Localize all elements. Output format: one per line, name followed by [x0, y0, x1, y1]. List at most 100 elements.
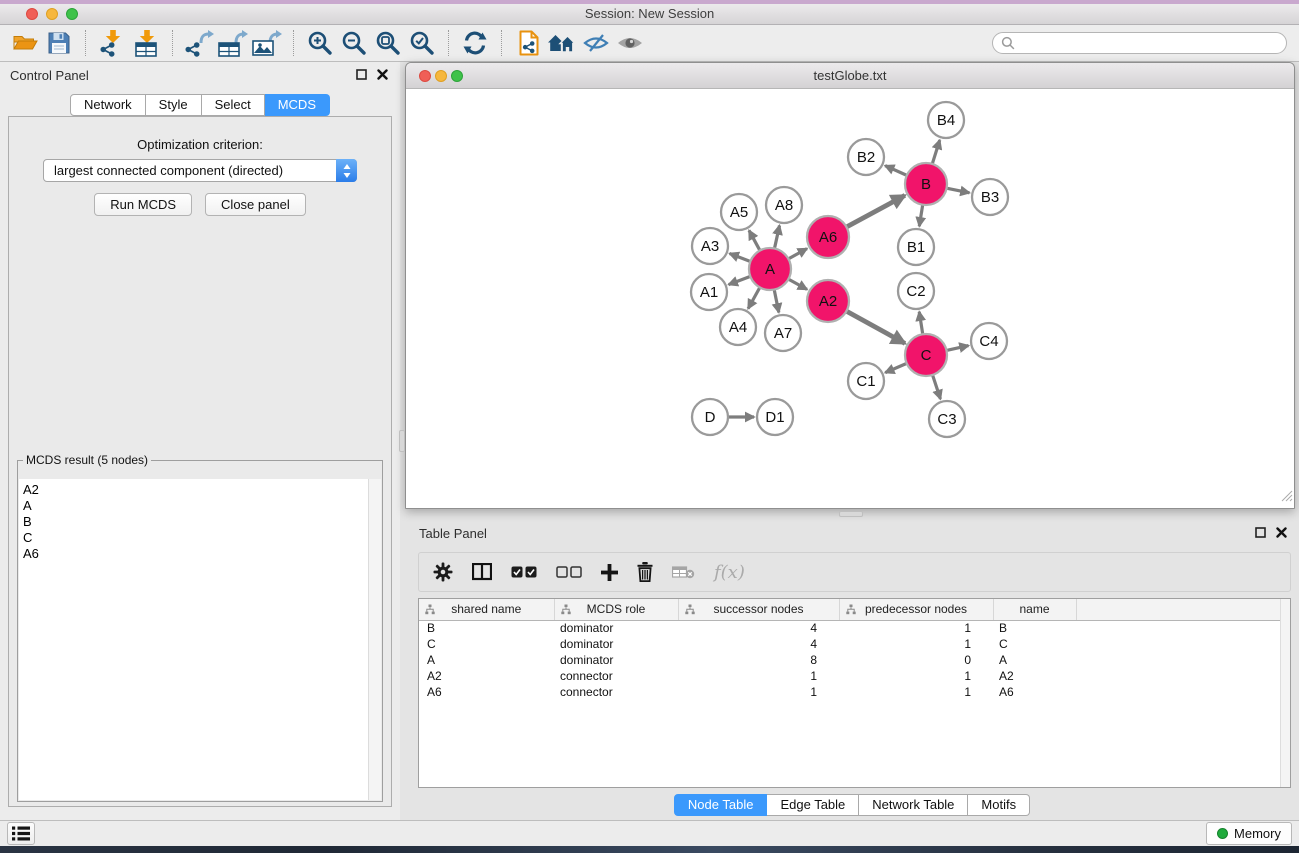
tab-edge-table[interactable]: Edge Table: [767, 794, 859, 816]
mcds-result-item[interactable]: A2: [23, 482, 381, 498]
close-mcds-panel-button[interactable]: Close panel: [205, 193, 306, 216]
network-minimize-button[interactable]: [435, 70, 447, 82]
tab-style[interactable]: Style: [146, 94, 202, 116]
float-panel-button[interactable]: [356, 69, 367, 80]
import-network-button[interactable]: [95, 27, 129, 59]
column-header-predecessor-nodes[interactable]: predecessor nodes: [839, 599, 993, 620]
graph-edge-C-C3[interactable]: [933, 375, 941, 399]
search-input[interactable]: [1020, 36, 1278, 50]
clone-network-button[interactable]: [511, 27, 545, 59]
graph-edge-A2-C[interactable]: [846, 311, 905, 343]
close-window-button[interactable]: [26, 8, 38, 20]
table-cell[interactable]: dominator: [554, 620, 678, 636]
close-panel-button[interactable]: [377, 69, 388, 80]
run-mcds-button[interactable]: Run MCDS: [94, 193, 192, 216]
export-network-button[interactable]: [182, 27, 216, 59]
show-all-button[interactable]: [545, 27, 579, 59]
table-cell[interactable]: 4: [678, 636, 839, 652]
graph-edge-A-A8[interactable]: [774, 226, 779, 249]
optimization-criterion-select[interactable]: largest connected component (directed): [43, 159, 357, 182]
network-canvas[interactable]: B4B2BB3A8A5A6A3B1AC2A1A2A4A7C4CC1DD1C3: [406, 89, 1294, 508]
column-header-MCDS-role[interactable]: MCDS role: [554, 599, 678, 620]
task-history-button[interactable]: [7, 822, 35, 845]
graph-edge-B-B3[interactable]: [947, 188, 970, 193]
graph-edge-A-A4[interactable]: [748, 287, 760, 308]
table-cell[interactable]: C: [419, 636, 554, 652]
table-cell[interactable]: A6: [419, 684, 554, 700]
table-row[interactable]: Cdominator41C: [419, 636, 1290, 652]
table-cell[interactable]: C: [993, 636, 1076, 652]
delete-columns-button[interactable]: [637, 562, 653, 582]
table-cell[interactable]: 8: [678, 652, 839, 668]
tab-select[interactable]: Select: [202, 94, 265, 116]
maximize-window-button[interactable]: [66, 8, 78, 20]
tab-motifs[interactable]: Motifs: [968, 794, 1030, 816]
hide-selected-button[interactable]: [579, 27, 613, 59]
table-cell[interactable]: 4: [678, 620, 839, 636]
add-column-button[interactable]: [601, 564, 618, 581]
table-cell[interactable]: 1: [678, 684, 839, 700]
graph-edge-A-A5[interactable]: [749, 230, 760, 250]
resize-grip-icon[interactable]: [1280, 489, 1293, 507]
save-session-button[interactable]: [42, 27, 76, 59]
import-table-button[interactable]: [129, 27, 163, 59]
graph-edge-C-C2[interactable]: [919, 312, 923, 335]
table-cell[interactable]: A6: [993, 684, 1076, 700]
memory-button[interactable]: Memory: [1206, 822, 1292, 845]
column-header-successor-nodes[interactable]: successor nodes: [678, 599, 839, 620]
deselect-all-button[interactable]: [556, 566, 582, 578]
graph-edge-C-C4[interactable]: [946, 346, 968, 351]
table-row[interactable]: A6connector11A6: [419, 684, 1290, 700]
mcds-result-list[interactable]: A2ABCA6: [19, 479, 381, 800]
graph-edge-A-A1[interactable]: [729, 276, 751, 284]
horizontal-splitter-handle[interactable]: [839, 511, 863, 517]
column-header-name[interactable]: name: [993, 599, 1076, 620]
table-cell[interactable]: 0: [839, 652, 993, 668]
network-maximize-button[interactable]: [451, 70, 463, 82]
network-close-button[interactable]: [419, 70, 431, 82]
mcds-result-item[interactable]: B: [23, 514, 381, 530]
float-table-panel-button[interactable]: [1255, 527, 1266, 538]
column-header-shared-name[interactable]: shared name: [419, 599, 554, 620]
table-cell[interactable]: 1: [839, 668, 993, 684]
graph-edge-A6-B[interactable]: [846, 195, 904, 227]
graph-edge-A-A7[interactable]: [774, 290, 779, 313]
table-scrollbar[interactable]: [1280, 599, 1290, 787]
select-all-button[interactable]: [511, 566, 537, 578]
table-settings-button[interactable]: [433, 562, 453, 582]
graph-edge-A-A2[interactable]: [788, 279, 807, 289]
tab-network-table[interactable]: Network Table: [859, 794, 968, 816]
table-cell[interactable]: connector: [554, 668, 678, 684]
vertical-splitter-handle[interactable]: [399, 430, 405, 452]
graph-edge-B-B2[interactable]: [885, 166, 907, 176]
zoom-fit-button[interactable]: [371, 27, 405, 59]
export-table-button[interactable]: [216, 27, 250, 59]
show-columns-button[interactable]: [472, 563, 492, 581]
table-cell[interactable]: A2: [993, 668, 1076, 684]
show-hidden-button[interactable]: [613, 27, 647, 59]
refresh-network-button[interactable]: [458, 27, 492, 59]
table-cell[interactable]: A2: [419, 668, 554, 684]
tab-node-table[interactable]: Node Table: [674, 794, 768, 816]
zoom-selected-button[interactable]: [405, 27, 439, 59]
table-row[interactable]: Bdominator41B: [419, 620, 1290, 636]
search-field[interactable]: [992, 32, 1287, 54]
table-cell[interactable]: B: [419, 620, 554, 636]
graph-edge-A-A6[interactable]: [788, 249, 807, 259]
open-session-button[interactable]: [8, 27, 42, 59]
graph-edge-B-B1[interactable]: [919, 205, 922, 227]
tab-network[interactable]: Network: [70, 94, 146, 116]
export-image-button[interactable]: [250, 27, 284, 59]
table-cell[interactable]: B: [993, 620, 1076, 636]
tab-mcds[interactable]: MCDS: [265, 94, 330, 116]
graph-edge-B-B4[interactable]: [932, 140, 939, 164]
table-cell[interactable]: 1: [678, 668, 839, 684]
table-row[interactable]: Adominator80A: [419, 652, 1290, 668]
table-row[interactable]: A2connector11A2: [419, 668, 1290, 684]
close-table-panel-button[interactable]: [1276, 527, 1287, 538]
table-cell[interactable]: connector: [554, 684, 678, 700]
table-cell[interactable]: A: [993, 652, 1076, 668]
table-cell[interactable]: dominator: [554, 636, 678, 652]
mcds-result-item[interactable]: A: [23, 498, 381, 514]
table-cell[interactable]: A: [419, 652, 554, 668]
